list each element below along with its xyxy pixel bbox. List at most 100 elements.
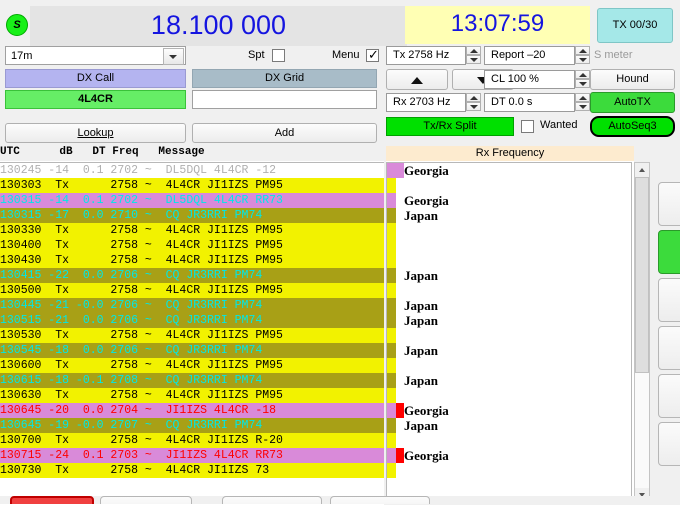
decode-row[interactable]: 130445 -21 -0.0 2706 ~ CQ JR3RRI PM74 (0, 298, 384, 313)
decode-row[interactable]: 130645 -20 0.0 2704 ~ JI1IZS 4L4CR -18 (0, 403, 384, 418)
decode-row[interactable]: 130600 Tx 2758 ~ 4L4CR JI1IZS PM95 (0, 358, 384, 373)
rx-row-color-strip (387, 418, 396, 433)
rx-frequency-stepper[interactable] (466, 93, 481, 112)
decode-row[interactable]: 130645 -19 -0.0 2707 ~ CQ JR3RRI PM74 (0, 418, 384, 433)
auto-seq-button[interactable]: AutoSeq3 (590, 116, 675, 137)
decode-row-list[interactable]: 130245 -14 0.1 2702 ~ DL5DQL 4L4CR -12 13… (0, 162, 384, 505)
stepper-down-icon[interactable] (466, 102, 481, 111)
tx-counter-button[interactable]: TX 00/30 (597, 8, 673, 43)
bottom-button-4[interactable] (330, 496, 430, 504)
rx-row-color-strip (387, 208, 396, 223)
stepper-up-icon[interactable] (466, 46, 481, 55)
lookup-button[interactable]: Lookup (5, 123, 186, 143)
decode-row[interactable]: 130330 Tx 2758 ~ 4L4CR JI1IZS PM95 (0, 223, 384, 238)
decode-row[interactable]: 130315 -14 0.1 2702 ~ DL5DQL 4L4CR RR73 (0, 193, 384, 208)
band-selector[interactable]: 17m (5, 46, 186, 65)
add-button[interactable]: Add (192, 123, 377, 143)
rx-row[interactable]: Japan (387, 298, 631, 313)
rx-row[interactable] (387, 463, 631, 478)
stepper-up-icon[interactable] (575, 46, 590, 55)
dt-field[interactable]: DT 0.0 s (484, 93, 575, 112)
rx-row[interactable]: Japan (387, 208, 631, 223)
rx-row[interactable] (387, 328, 631, 343)
side-button-3[interactable] (658, 278, 680, 322)
side-button-2[interactable] (658, 230, 680, 274)
rx-row[interactable] (387, 433, 631, 448)
rx-frequency-field[interactable]: Rx 2703 Hz (386, 93, 466, 112)
rx-row[interactable]: Japan (387, 268, 631, 283)
bottom-button-bar (0, 496, 680, 504)
rx-row[interactable]: Georgia (387, 163, 631, 178)
decode-row[interactable]: 130530 Tx 2758 ~ 4L4CR JI1IZS PM95 (0, 328, 384, 343)
stepper-down-icon[interactable] (575, 102, 590, 111)
menu-label: Menu (332, 49, 360, 61)
decode-row[interactable]: 130630 Tx 2758 ~ 4L4CR JI1IZS PM95 (0, 388, 384, 403)
rx-row[interactable]: Georgia (387, 448, 631, 463)
rx-panel-scrollbar[interactable] (634, 162, 650, 503)
menu-checkbox[interactable] (366, 47, 379, 63)
stepper-down-icon[interactable] (575, 79, 590, 88)
scrollbar-thumb[interactable] (635, 177, 649, 373)
bottom-button-3[interactable] (222, 496, 322, 504)
decode-row[interactable]: 130430 Tx 2758 ~ 4L4CR JI1IZS PM95 (0, 253, 384, 268)
decode-row[interactable]: 130400 Tx 2758 ~ 4L4CR JI1IZS PM95 (0, 238, 384, 253)
rx-row[interactable] (387, 238, 631, 253)
cl-stepper[interactable] (575, 70, 590, 89)
decode-row[interactable]: 130245 -14 0.1 2702 ~ DL5DQL 4L4CR -12 (0, 163, 384, 178)
decode-row[interactable]: 130500 Tx 2758 ~ 4L4CR JI1IZS PM95 (0, 283, 384, 298)
frequency-display[interactable]: 18.100 000 (30, 6, 407, 46)
decode-row[interactable]: 130615 -18 -0.1 2708 ~ CQ JR3RRI PM74 (0, 373, 384, 388)
status-led[interactable]: S (6, 14, 28, 36)
rx-row[interactable] (387, 178, 631, 193)
stepper-down-icon[interactable] (466, 55, 481, 64)
auto-tx-button[interactable]: AutoTX (590, 92, 675, 113)
stepper-down-icon[interactable] (575, 55, 590, 64)
rx-row-list[interactable]: Georgia Georgia Japan Japan Japan Japan Japan J… (386, 162, 632, 503)
report-stepper[interactable] (575, 46, 590, 65)
decode-row[interactable]: 130545 -18 0.0 2706 ~ CQ JR3RRI PM74 (0, 343, 384, 358)
decode-row[interactable]: 130515 -21 0.0 2706 ~ CQ JR3RRI PM74 (0, 313, 384, 328)
stepper-up-icon[interactable] (466, 93, 481, 102)
wanted-checkbox[interactable] (521, 120, 534, 133)
decode-row[interactable]: 130303 Tx 2758 ~ 4L4CR JI1IZS PM95 (0, 178, 384, 193)
scroll-up-icon[interactable] (635, 163, 649, 177)
tx-frequency-field[interactable]: Tx 2758 Hz (386, 46, 466, 65)
rx-row[interactable]: Japan (387, 343, 631, 358)
side-button-6[interactable] (658, 422, 680, 466)
rx-row-color-strip (387, 388, 396, 403)
halt-tx-button[interactable] (10, 496, 94, 504)
stepper-up-icon[interactable] (575, 93, 590, 102)
dx-grid-field[interactable] (192, 90, 377, 109)
decode-row[interactable]: 130700 Tx 2758 ~ 4L4CR JI1IZS R-20 (0, 433, 384, 448)
decode-row[interactable]: 130715 -24 0.1 2703 ~ JI1IZS 4L4CR RR73 (0, 448, 384, 463)
rx-row[interactable]: Georgia (387, 403, 631, 418)
decode-panel: UTC dB DT Freq Message 130245 -14 0.1 27… (0, 146, 384, 505)
side-button-1[interactable] (658, 182, 680, 226)
decode-row[interactable]: 130315 -17 0.0 2710 ~ CQ JR3RRI PM74 (0, 208, 384, 223)
tx-frequency-stepper[interactable] (466, 46, 481, 65)
chevron-down-icon[interactable] (163, 48, 184, 65)
dx-call-field[interactable]: 4L4CR (5, 90, 186, 109)
rx-row[interactable] (387, 253, 631, 268)
decode-row[interactable]: 130730 Tx 2758 ~ 4L4CR JI1IZS 73 (0, 463, 384, 478)
rx-row[interactable] (387, 283, 631, 298)
stepper-up-icon[interactable] (575, 70, 590, 79)
side-button-5[interactable] (658, 374, 680, 418)
rx-row[interactable]: Japan (387, 313, 631, 328)
rx-row[interactable] (387, 223, 631, 238)
rx-row[interactable]: Japan (387, 373, 631, 388)
hound-button[interactable]: Hound (590, 69, 675, 90)
dt-stepper[interactable] (575, 93, 590, 112)
decode-row[interactable]: 130415 -22 0.0 2706 ~ CQ JR3RRI PM74 (0, 268, 384, 283)
report-field[interactable]: Report –20 (484, 46, 575, 65)
cl-field[interactable]: CL 100 % (484, 70, 575, 89)
rx-row[interactable] (387, 358, 631, 373)
rx-row[interactable] (387, 388, 631, 403)
frequency-up-button[interactable] (386, 69, 448, 90)
spt-checkbox[interactable] (272, 49, 285, 62)
tx-rx-split-button[interactable]: Tx/Rx Split (386, 117, 514, 136)
rx-row[interactable]: Georgia (387, 193, 631, 208)
side-button-4[interactable] (658, 326, 680, 370)
bottom-button-2[interactable] (100, 496, 192, 504)
rx-row[interactable]: Japan (387, 418, 631, 433)
